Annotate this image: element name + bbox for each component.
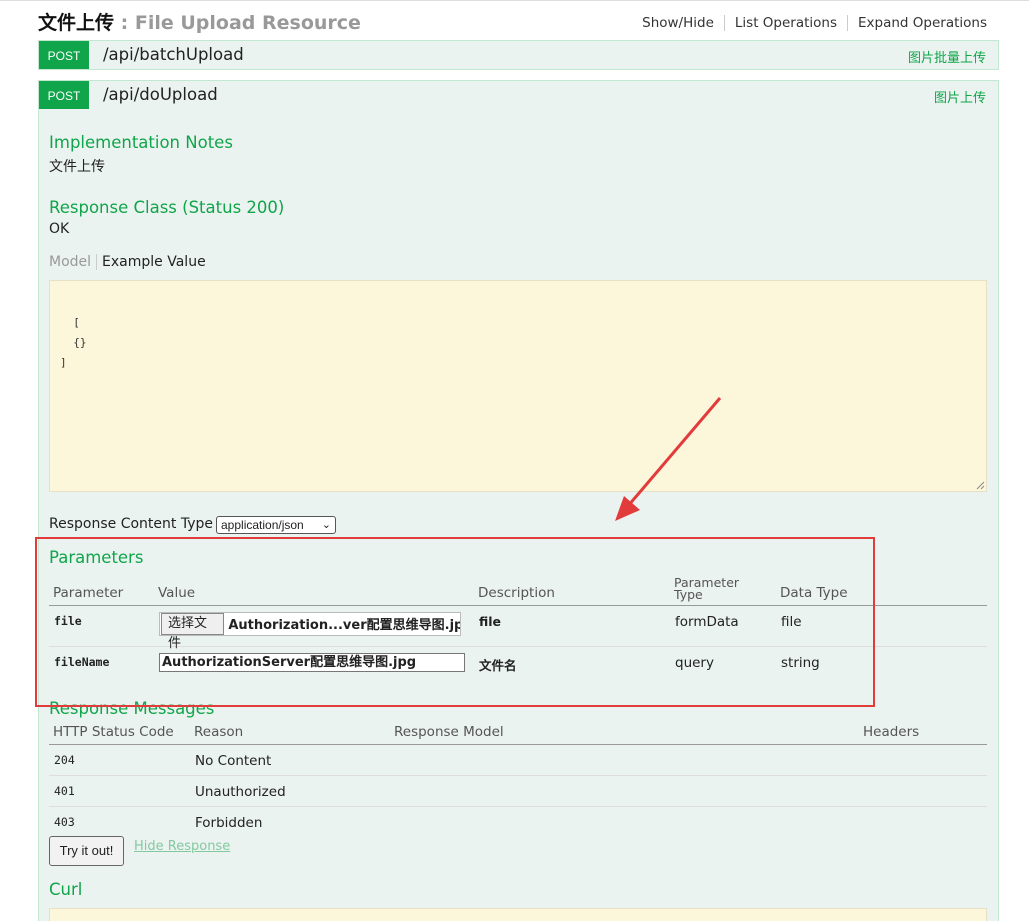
- operation-path[interactable]: /api/doUpload: [103, 85, 218, 104]
- table-row: file 选择文件 Authorization...ver配置思维导图.jpg …: [49, 605, 987, 651]
- column-header: Value: [154, 572, 474, 606]
- resource-title[interactable]: 文件上传 : File Upload Resource: [38, 8, 361, 35]
- example-value-tab[interactable]: Example Value: [97, 254, 206, 270]
- column-header: Parameter: [49, 572, 154, 606]
- column-header: Reason: [190, 722, 390, 745]
- parameters-heading: Parameters: [49, 548, 144, 567]
- http-method-badge[interactable]: POST: [39, 41, 89, 69]
- http-method-badge[interactable]: POST: [39, 81, 89, 109]
- resource-links: Show/Hide List Operations Expand Operati…: [632, 15, 987, 31]
- implementation-notes-text: 文件上传: [49, 159, 105, 175]
- resize-grip-icon[interactable]: [975, 480, 985, 490]
- chevron-down-icon: ⌄: [321, 519, 331, 531]
- hide-response-link[interactable]: Hide Response: [134, 839, 230, 854]
- column-header: Data Type: [776, 572, 987, 606]
- response-content-type-value: application/json: [221, 518, 304, 532]
- status-reason: Unauthorized: [190, 775, 390, 807]
- choose-file-button[interactable]: 选择文件: [161, 612, 225, 651]
- response-content-type-label: Response Content Type: [49, 516, 213, 532]
- show-hide-link[interactable]: Show/Hide: [632, 15, 725, 31]
- param-type: query: [675, 654, 714, 671]
- table-row: fileName AuthorizationServer配置思维导图.jpg 文…: [49, 646, 987, 687]
- column-header-line: Type: [674, 586, 703, 602]
- status-code: 403: [54, 814, 75, 829]
- example-value-code: [ {} ]: [60, 316, 87, 369]
- list-operations-link[interactable]: List Operations: [725, 15, 848, 31]
- status-code: 401: [49, 775, 190, 807]
- parameters-table: Parameter Value Description Parameter Ty…: [49, 572, 987, 687]
- param-type: formData: [670, 605, 776, 647]
- response-content-type-select[interactable]: application/json ⌄: [216, 516, 336, 534]
- column-header: Headers: [859, 722, 987, 745]
- response-messages-table: HTTP Status Code Reason Response Model H…: [49, 722, 987, 837]
- status-reason: Forbidden: [195, 814, 263, 831]
- model-tab[interactable]: Model: [49, 254, 98, 270]
- file-name-display: Authorization...ver配置思维导图.jpg: [228, 618, 460, 633]
- try-it-out-button[interactable]: Try it out!: [49, 836, 124, 866]
- operation-summary[interactable]: 图片批量上传: [908, 47, 986, 66]
- column-header: Parameter Type: [670, 572, 776, 606]
- status-code: 204: [49, 744, 190, 776]
- operation-batch-upload[interactable]: POST /api/batchUpload 图片批量上传: [38, 40, 999, 70]
- response-class-heading: Response Class (Status 200): [49, 198, 285, 217]
- resource-title-en: : File Upload Resource: [120, 12, 361, 34]
- curl-command-box[interactable]: [49, 908, 987, 921]
- column-header: HTTP Status Code: [49, 722, 190, 745]
- operation-path[interactable]: /api/batchUpload: [103, 45, 244, 64]
- curl-heading: Curl: [49, 880, 83, 899]
- resource-title-zh[interactable]: 文件上传: [38, 12, 114, 34]
- param-description: 文件名: [479, 657, 517, 673]
- response-messages-heading: Response Messages: [49, 699, 215, 718]
- example-value-snippet[interactable]: [ {} ]: [49, 280, 987, 492]
- param-data-type: string: [781, 654, 820, 671]
- model-tabs: Model Example Value: [49, 254, 206, 270]
- operation-do-upload[interactable]: POST /api/doUpload 图片上传: [38, 80, 999, 110]
- table-row: 401 Unauthorized: [49, 775, 987, 807]
- column-header: Response Model: [390, 722, 859, 745]
- status-reason: No Content: [190, 744, 390, 776]
- file-name-input[interactable]: AuthorizationServer配置思维导图.jpg: [159, 652, 465, 672]
- column-header: Description: [474, 572, 670, 606]
- table-row: 403 Forbidden: [49, 806, 987, 837]
- param-name: fileName: [54, 654, 110, 669]
- expand-operations-link[interactable]: Expand Operations: [848, 15, 987, 31]
- param-name: file: [49, 605, 154, 647]
- table-row: 204 No Content: [49, 744, 987, 776]
- file-input[interactable]: 选择文件 Authorization...ver配置思维导图.jpg: [159, 611, 461, 651]
- param-description: file: [474, 605, 670, 647]
- operation-summary[interactable]: 图片上传: [934, 87, 986, 106]
- top-rule: [0, 0, 1029, 3]
- response-class-text: OK: [49, 221, 70, 237]
- param-data-type: file: [776, 605, 987, 647]
- implementation-notes-heading: Implementation Notes: [49, 133, 233, 152]
